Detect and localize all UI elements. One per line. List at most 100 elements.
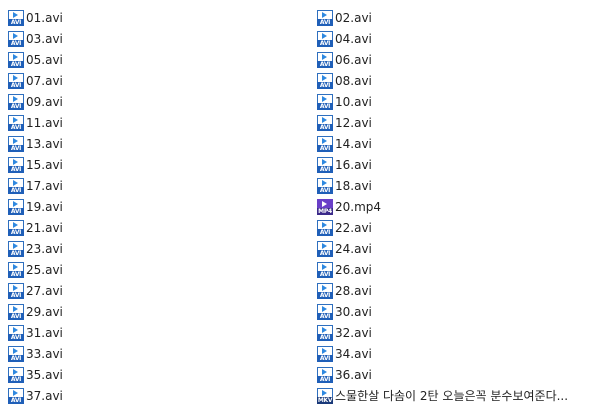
file-item[interactable]: AVI 19.avi bbox=[8, 196, 63, 217]
file-item[interactable]: AVI 24.avi bbox=[317, 239, 372, 260]
file-type-label: AVI bbox=[317, 123, 333, 131]
file-item[interactable]: AVI 32.avi bbox=[317, 323, 372, 344]
file-item[interactable]: AVI 09.avi bbox=[8, 91, 63, 112]
file-item[interactable]: AVI 04.avi bbox=[317, 28, 372, 49]
file-name: 33.avi bbox=[26, 347, 63, 362]
file-type-label: AVI bbox=[8, 334, 24, 342]
mp4-file-icon: MP4 bbox=[317, 198, 333, 215]
file-name: 23.avi bbox=[26, 242, 63, 257]
file-type-label: AVI bbox=[8, 376, 24, 384]
file-item[interactable]: AVI 31.avi bbox=[8, 323, 63, 344]
avi-file-icon: AVI bbox=[317, 177, 333, 194]
file-item[interactable]: AVI 18.avi bbox=[317, 175, 372, 196]
avi-file-icon: AVI bbox=[317, 30, 333, 47]
avi-file-icon: AVI bbox=[8, 241, 24, 258]
file-type-label: AVI bbox=[8, 397, 24, 405]
mkv-file-icon: MKV bbox=[317, 388, 333, 405]
file-item[interactable]: AVI 10.avi bbox=[317, 91, 372, 112]
file-type-label: AVI bbox=[317, 186, 333, 194]
file-item[interactable]: AVI 28.avi bbox=[317, 281, 372, 302]
file-type-label: AVI bbox=[8, 355, 24, 363]
file-name: 06.avi bbox=[335, 52, 372, 67]
file-name: 스물한살 다솜이 2탄 오늘은꼭 분수보여준다... bbox=[335, 389, 569, 404]
file-type-label: AVI bbox=[8, 313, 24, 321]
file-type-label: AVI bbox=[317, 229, 333, 236]
file-type-label: AVI bbox=[317, 292, 333, 300]
file-name: 27.avi bbox=[26, 284, 63, 299]
file-type-label: AVI bbox=[8, 165, 24, 173]
file-item[interactable]: AVI 03.avi bbox=[8, 28, 63, 49]
file-name: 12.avi bbox=[335, 115, 372, 130]
file-type-label: AVI bbox=[317, 81, 333, 89]
file-name: 07.avi bbox=[26, 73, 63, 88]
file-type-label: AVI bbox=[317, 144, 333, 152]
file-item[interactable]: AVI 37.avi bbox=[8, 386, 63, 407]
avi-file-icon: AVI bbox=[317, 51, 333, 68]
avi-file-icon: AVI bbox=[8, 367, 24, 384]
avi-file-icon: AVI bbox=[8, 156, 24, 173]
avi-file-icon: AVI bbox=[317, 9, 333, 26]
file-type-label: AVI bbox=[8, 123, 24, 131]
file-item[interactable]: AVI 11.avi bbox=[8, 112, 63, 133]
file-type-label: AVI bbox=[8, 39, 24, 47]
file-type-label: MP4 bbox=[317, 207, 333, 215]
file-type-label: AVI bbox=[317, 102, 333, 110]
file-item[interactable]: AVI 08.avi bbox=[317, 70, 372, 91]
file-item[interactable]: AVI 02.avi bbox=[317, 7, 372, 28]
file-name: 25.avi bbox=[26, 263, 63, 278]
avi-file-icon: AVI bbox=[8, 325, 24, 342]
file-item[interactable]: AVI 22.avi bbox=[317, 218, 372, 239]
file-item[interactable]: AVI 06.avi bbox=[317, 49, 372, 70]
file-name: 35.avi bbox=[26, 368, 63, 383]
file-item[interactable]: AVI 14.avi bbox=[317, 133, 372, 154]
file-item[interactable]: AVI 35.avi bbox=[8, 365, 63, 386]
avi-file-icon: AVI bbox=[8, 9, 24, 26]
avi-file-icon: AVI bbox=[8, 93, 24, 110]
file-item[interactable]: MP4 20.mp4 bbox=[317, 196, 381, 217]
file-name: 17.avi bbox=[26, 178, 63, 193]
avi-file-icon: AVI bbox=[317, 156, 333, 173]
file-type-label: AVI bbox=[8, 292, 24, 300]
file-item[interactable]: AVI 15.avi bbox=[8, 154, 63, 175]
file-name: 19.avi bbox=[26, 199, 63, 214]
file-item[interactable]: AVI 26.avi bbox=[317, 260, 372, 281]
file-name: 24.avi bbox=[335, 242, 372, 257]
avi-file-icon: AVI bbox=[8, 388, 24, 405]
file-item[interactable]: AVI 33.avi bbox=[8, 344, 63, 365]
file-item[interactable]: AVI 07.avi bbox=[8, 70, 63, 91]
file-item[interactable]: AVI 36.avi bbox=[317, 365, 372, 386]
avi-file-icon: AVI bbox=[8, 304, 24, 321]
file-name: 01.avi bbox=[26, 10, 63, 25]
file-type-label: MKV bbox=[317, 397, 333, 405]
file-name: 04.avi bbox=[335, 31, 372, 46]
file-item[interactable]: AVI 05.avi bbox=[8, 49, 63, 70]
avi-file-icon: AVI bbox=[317, 325, 333, 342]
file-type-label: AVI bbox=[317, 165, 333, 173]
file-item[interactable]: AVI 27.avi bbox=[8, 281, 63, 302]
file-item[interactable]: AVI 29.avi bbox=[8, 302, 63, 323]
file-item[interactable]: AVI 30.avi bbox=[317, 302, 372, 323]
file-item[interactable]: AVI 16.avi bbox=[317, 154, 372, 175]
file-type-label: AVI bbox=[8, 250, 24, 258]
file-type-label: AVI bbox=[8, 18, 24, 26]
avi-file-icon: AVI bbox=[317, 304, 333, 321]
file-item[interactable]: AVI 01.avi bbox=[8, 7, 63, 28]
file-name: 34.avi bbox=[335, 347, 372, 362]
file-item[interactable]: AVI 23.avi bbox=[8, 239, 63, 260]
avi-file-icon: AVI bbox=[8, 283, 24, 300]
file-type-label: AVI bbox=[8, 271, 24, 279]
file-item[interactable]: AVI 13.avi bbox=[8, 133, 63, 154]
file-item[interactable]: AVI 12.avi bbox=[317, 112, 372, 133]
file-type-label: AVI bbox=[317, 271, 333, 279]
avi-file-icon: AVI bbox=[8, 198, 24, 215]
file-type-label: AVI bbox=[8, 81, 24, 89]
file-item[interactable]: AVI 34.avi bbox=[317, 344, 372, 365]
avi-file-icon: AVI bbox=[8, 72, 24, 89]
file-item[interactable]: AVI 17.avi bbox=[8, 175, 63, 196]
file-item[interactable]: MKV 스물한살 다솜이 2탄 오늘은꼭 분수보여준다... bbox=[317, 386, 568, 407]
avi-file-icon: AVI bbox=[317, 114, 333, 131]
file-item[interactable]: AVI 21.avi bbox=[8, 218, 63, 239]
avi-file-icon: AVI bbox=[317, 346, 333, 363]
file-item[interactable]: AVI 25.avi bbox=[8, 260, 63, 281]
file-name: 37.avi bbox=[26, 389, 63, 404]
